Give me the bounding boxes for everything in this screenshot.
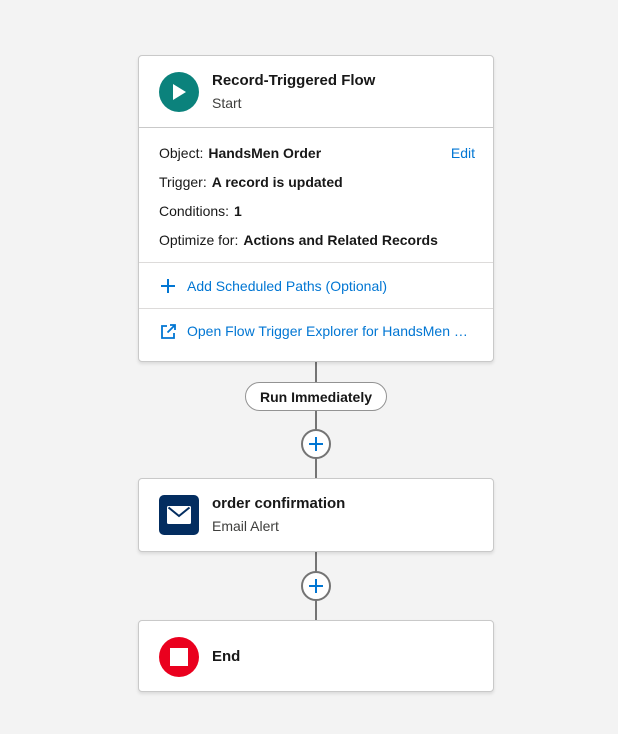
plus-icon bbox=[309, 579, 323, 593]
start-node-card[interactable]: Record-Triggered Flow Start Object: Hand… bbox=[138, 55, 494, 362]
email-alert-node-title: order confirmation bbox=[212, 495, 346, 512]
play-icon bbox=[159, 71, 199, 112]
conditions-value: 1 bbox=[234, 202, 242, 219]
add-element-button[interactable] bbox=[301, 429, 331, 459]
object-label: Object: bbox=[159, 144, 204, 161]
external-link-icon bbox=[159, 322, 177, 340]
connector-line bbox=[315, 361, 317, 382]
end-node-card[interactable]: End bbox=[138, 620, 494, 692]
add-element-button[interactable] bbox=[301, 571, 331, 601]
email-alert-node-subtitle: Email Alert bbox=[212, 518, 279, 534]
conditions-label: Conditions: bbox=[159, 202, 230, 219]
path-label-pill[interactable]: Run Immediately bbox=[245, 382, 387, 411]
object-value: HandsMen Order bbox=[208, 144, 322, 161]
open-trigger-explorer-label: Open Flow Trigger Explorer for HandsMen … bbox=[187, 323, 469, 339]
plus-icon bbox=[159, 277, 177, 295]
optimize-value: Actions and Related Records bbox=[243, 231, 438, 248]
trigger-value: A record is updated bbox=[211, 173, 343, 190]
email-alert-node-card[interactable]: order confirmation Email Alert bbox=[138, 478, 494, 552]
conditions-row: Conditions: 1 bbox=[159, 196, 475, 225]
end-node-header[interactable]: End bbox=[139, 621, 493, 693]
start-node-header[interactable]: Record-Triggered Flow Start bbox=[139, 56, 493, 128]
object-row: Object: HandsMen Order Edit bbox=[159, 138, 475, 167]
add-scheduled-paths-label: Add Scheduled Paths (Optional) bbox=[187, 277, 388, 294]
trigger-details: Object: HandsMen Order Edit Trigger: A r… bbox=[139, 128, 493, 263]
add-scheduled-paths-link[interactable]: Add Scheduled Paths (Optional) bbox=[139, 263, 493, 308]
start-node-title: Record-Triggered Flow bbox=[212, 71, 376, 89]
trigger-label: Trigger: bbox=[159, 173, 207, 190]
edit-link[interactable]: Edit bbox=[451, 145, 475, 161]
plus-icon bbox=[309, 437, 323, 451]
open-trigger-explorer-link[interactable]: Open Flow Trigger Explorer for HandsMen … bbox=[139, 308, 493, 353]
trigger-row: Trigger: A record is updated bbox=[159, 167, 475, 196]
stop-icon bbox=[159, 637, 199, 677]
optimize-row: Optimize for: Actions and Related Record… bbox=[159, 225, 475, 254]
start-node-subtitle: Start bbox=[212, 94, 242, 111]
end-node-title: End bbox=[212, 648, 241, 665]
email-alert-node-header[interactable]: order confirmation Email Alert bbox=[139, 479, 493, 551]
envelope-icon bbox=[159, 495, 199, 535]
optimize-label: Optimize for: bbox=[159, 231, 239, 248]
